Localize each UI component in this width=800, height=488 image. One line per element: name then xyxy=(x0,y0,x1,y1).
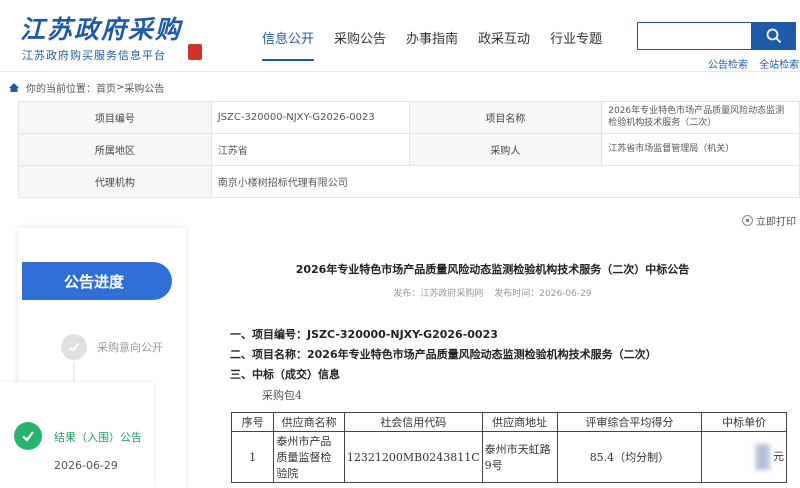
breadcrumb: 你的当前位置： 首页 > 采购公告 xyxy=(8,79,164,95)
site-header: 江苏政府采购 江苏政府购买服务信息平台 信息公开 采购公告 办事指南 政采互动 … xyxy=(0,0,800,72)
section-project-no: 一、项目编号：JSZC-320000-NJXY-G2026-0023 xyxy=(230,328,498,341)
cell-price: 元 xyxy=(701,431,787,483)
value-purchaser: 江苏省市场监督管理局（机关） xyxy=(601,133,800,166)
print-button[interactable]: 立即打印 xyxy=(742,213,796,228)
label-agency: 代理机构 xyxy=(18,165,212,198)
print-icon xyxy=(742,215,753,226)
step-label: 采购意向公开 xyxy=(97,341,163,354)
search-button[interactable] xyxy=(751,22,796,50)
article-time: 发布时间：2026-06-29 xyxy=(494,289,592,299)
print-label: 立即打印 xyxy=(756,217,796,228)
main-nav: 信息公开 采购公告 办事指南 政采互动 行业专题 xyxy=(262,28,622,61)
article-publisher: 发布：江苏政府采购网 xyxy=(393,289,484,299)
section-award-info: 三、中标（成交）信息 xyxy=(230,368,340,381)
progress-header: 公告进度 xyxy=(22,262,172,300)
cell-supplier: 泰州市产品质量监督检验院 xyxy=(273,431,345,483)
cell-address: 泰州市天虹路9号 xyxy=(481,431,558,483)
label-purchaser: 采购人 xyxy=(408,133,603,166)
article-meta: 发布：江苏政府采购网 发布时间：2026-06-29 xyxy=(330,286,655,299)
logo-title: 江苏政府采购 xyxy=(20,15,183,44)
col-header-price: 中标单价 xyxy=(701,412,787,432)
check-icon xyxy=(14,422,42,450)
label-project-name: 项目名称 xyxy=(408,101,603,134)
table-row: 1 泰州市产品质量监督检验院 12321200MB0243811C 泰州市天虹路… xyxy=(230,431,787,483)
progress-step-result[interactable]: 结果（入围）公告 2026-06-29 xyxy=(0,382,154,488)
cell-credit-code: 12321200MB0243811C xyxy=(343,431,483,483)
breadcrumb-prefix: 你的当前位置： xyxy=(26,83,96,95)
site-search-link[interactable]: 全站检索 xyxy=(759,60,799,71)
breadcrumb-separator: > xyxy=(116,81,125,93)
label-region: 所属地区 xyxy=(18,133,212,166)
value-agency: 南京小楼树招标代理有限公司 xyxy=(210,165,800,198)
price-unit: 元 xyxy=(773,450,784,463)
breadcrumb-home[interactable]: 首页 xyxy=(96,80,116,95)
project-info-table: 项目编号 JSZC-320000-NJXY-G2026-0023 项目名称 20… xyxy=(18,101,800,198)
nav-item-interaction[interactable]: 政采互动 xyxy=(478,28,530,47)
table-header-row: 序号 供应商名称 社会信用代码 供应商地址 评审综合平均得分 中标单价 xyxy=(230,412,787,432)
search-links: 公告检索 全站检索 xyxy=(708,56,800,71)
value-region: 江苏省 xyxy=(210,133,410,166)
search-input[interactable] xyxy=(637,22,751,50)
value-project-name: 2026年专业特色市场产品质量风险动态监测检验机构技术服务（二次） xyxy=(601,101,800,134)
col-header-address: 供应商地址 xyxy=(481,412,558,432)
site-logo[interactable]: 江苏政府采购 江苏政府购买服务信息平台 xyxy=(20,10,210,62)
article-title: 2026年专业特色市场产品质量风险动态监测检验机构技术服务（二次）中标公告 xyxy=(295,263,690,276)
col-header-no: 序号 xyxy=(230,412,275,432)
breadcrumb-current[interactable]: 采购公告 xyxy=(124,80,164,95)
nav-item-guide[interactable]: 办事指南 xyxy=(406,28,458,47)
section-project-name: 二、项目名称：2026年专业特色市场产品质量风险动态监测检验机构技术服务（二次） xyxy=(230,348,657,361)
value-project-no: JSZC-320000-NJXY-G2026-0023 xyxy=(210,101,410,134)
step-date: 2026-06-29 xyxy=(54,459,118,472)
notice-search-link[interactable]: 公告检索 xyxy=(708,60,748,71)
redacted-value xyxy=(755,444,771,470)
check-icon xyxy=(61,334,87,360)
label-project-no: 项目编号 xyxy=(18,101,212,134)
package-label: 采购包4 xyxy=(262,389,302,402)
nav-item-info-public[interactable]: 信息公开 xyxy=(262,28,315,61)
col-header-score: 评审综合平均得分 xyxy=(556,412,703,432)
home-icon xyxy=(8,82,20,93)
col-header-supplier: 供应商名称 xyxy=(273,412,345,432)
logo-subtitle: 江苏政府购买服务信息平台 xyxy=(22,49,166,62)
cell-no: 1 xyxy=(230,431,275,483)
seal-icon xyxy=(188,44,202,60)
nav-item-procurement-notice[interactable]: 采购公告 xyxy=(334,28,386,47)
nav-item-industry[interactable]: 行业专题 xyxy=(550,28,602,47)
progress-step-intent[interactable]: 采购意向公开 xyxy=(61,334,163,360)
step-label: 结果（入围）公告 xyxy=(54,431,142,444)
search-icon xyxy=(766,28,781,44)
award-table: 序号 供应商名称 社会信用代码 供应商地址 评审综合平均得分 中标单价 1 泰州… xyxy=(230,412,787,483)
col-header-credit-code: 社会信用代码 xyxy=(343,412,483,432)
cell-score: 85.4（均分制） xyxy=(556,431,703,483)
